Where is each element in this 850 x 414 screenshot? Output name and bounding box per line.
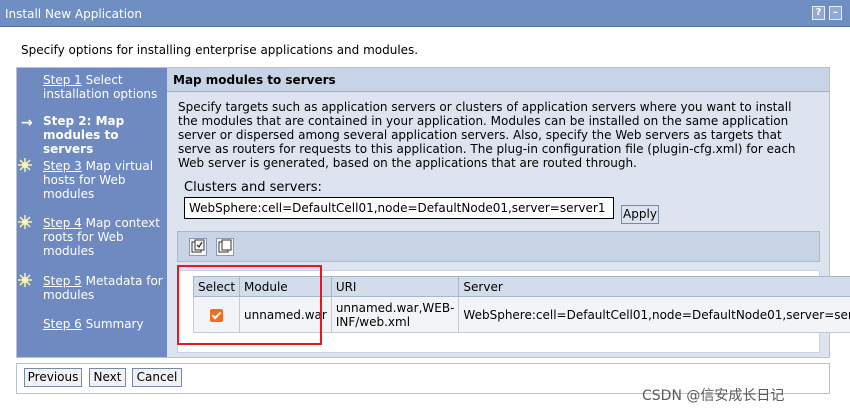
- section-title: Map modules to servers: [167, 68, 829, 92]
- step-3-link[interactable]: Step 3: [43, 159, 82, 173]
- step-1-link[interactable]: Step 1: [43, 73, 82, 87]
- uri-cell: unnamed.war,WEB- INF/web.xml: [330, 296, 460, 333]
- clusters-servers-list[interactable]: WebSphere:cell=DefaultCell01,node=Defaul…: [184, 197, 614, 219]
- step-5: Step 5 Metadata for modules: [43, 274, 167, 302]
- step-2-label: Step 2: Map modules to servers: [43, 114, 125, 156]
- current-step-arrow-icon: →: [21, 115, 33, 131]
- modules-table-wrapper: Select Module URI Server unnamed.war unn…: [177, 270, 850, 353]
- clusters-label: Clusters and servers:: [184, 180, 322, 195]
- column-select: Select: [192, 276, 241, 297]
- watermark-text: CSDN @信安成长日记: [642, 388, 785, 404]
- step-4-link[interactable]: Step 4: [43, 216, 82, 230]
- select-all-icon[interactable]: [189, 238, 207, 256]
- step-pending-star-icon: [18, 158, 32, 172]
- step-6-link[interactable]: Step 6: [43, 317, 82, 331]
- column-module: Module: [239, 276, 332, 297]
- intro-text: Specify options for installing enterpris…: [21, 43, 419, 57]
- window-title: Install New Application: [5, 7, 142, 21]
- step-pending-star-icon: [18, 273, 32, 287]
- modules-table: Select Module URI Server unnamed.war unn…: [192, 276, 850, 333]
- step-4: Step 4 Map context roots for Web modules: [43, 216, 167, 258]
- step-6: Step 6 Summary: [43, 317, 167, 331]
- next-button[interactable]: Next: [89, 368, 126, 387]
- uri-line-1: unnamed.war,WEB-: [335, 300, 455, 315]
- table-header-row: Select Module URI Server: [192, 276, 850, 297]
- step-2: Step 2: Map modules to servers: [43, 114, 167, 156]
- step-6-text: Summary: [81, 317, 144, 331]
- window-title-bar: Install New Application ? –: [0, 0, 850, 27]
- wizard-panel: Step 1 Select installation options → Ste…: [16, 67, 850, 358]
- section-description: Specify targets such as application serv…: [178, 100, 796, 170]
- uri-line-2: INF/web.xml: [335, 314, 411, 329]
- table-toolbar: [177, 231, 820, 262]
- select-cell: [192, 296, 241, 333]
- cancel-button[interactable]: Cancel: [132, 368, 182, 387]
- server-option[interactable]: WebSphere:cell=DefaultCell01,node=Defaul…: [189, 201, 605, 215]
- column-uri: URI: [330, 276, 460, 297]
- module-cell: unnamed.war: [239, 296, 332, 333]
- column-server: Server: [458, 276, 850, 297]
- step-1: Step 1 Select installation options: [43, 73, 167, 101]
- previous-button[interactable]: Previous: [24, 368, 82, 387]
- help-button[interactable]: ?: [812, 6, 825, 20]
- step-3: Step 3 Map virtual hosts for Web modules: [43, 159, 167, 201]
- step-5-link[interactable]: Step 5: [43, 274, 82, 288]
- steps-sidebar: Step 1 Select installation options → Ste…: [17, 68, 167, 357]
- minimize-button[interactable]: –: [829, 6, 842, 20]
- step-content: Map modules to servers Specify targets s…: [167, 68, 850, 357]
- server-cell: WebSphere:cell=DefaultCell01,node=Defaul…: [458, 296, 850, 333]
- step-pending-star-icon: [18, 215, 32, 229]
- module-select-checkbox[interactable]: [210, 308, 224, 322]
- deselect-all-icon[interactable]: [216, 238, 234, 256]
- apply-button[interactable]: Apply: [621, 205, 659, 224]
- table-row: unnamed.war unnamed.war,WEB- INF/web.xml…: [192, 296, 850, 333]
